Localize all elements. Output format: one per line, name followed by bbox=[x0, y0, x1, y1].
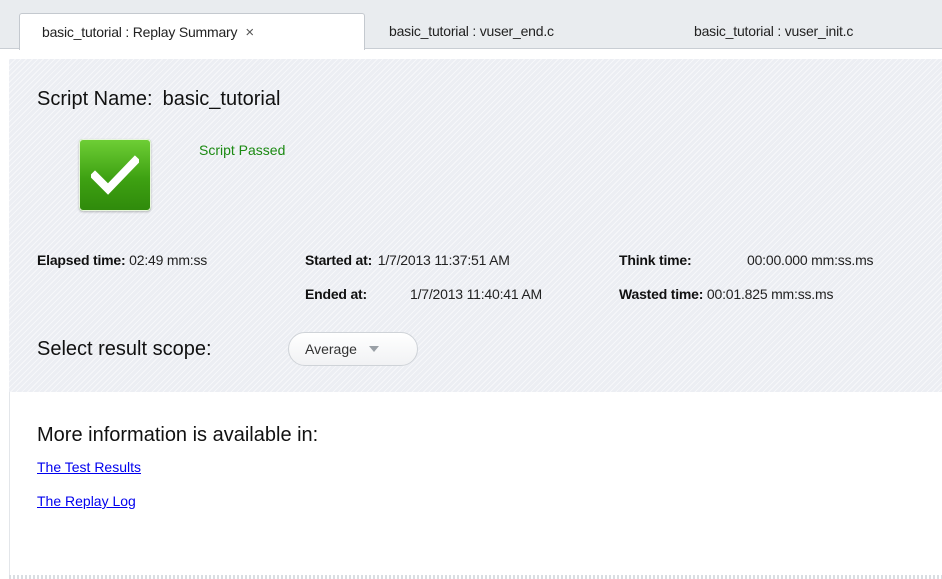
panel-border bbox=[9, 392, 10, 575]
test-results-link[interactable]: The Test Results bbox=[37, 459, 141, 475]
bottom-divider bbox=[9, 575, 942, 579]
think-time-value: 00:00.000 mm:ss.ms bbox=[747, 252, 874, 268]
chevron-down-icon bbox=[368, 346, 379, 352]
result-scope-label: Select result scope: bbox=[37, 338, 212, 360]
wasted-time-value: 00:01.825 mm:ss.ms bbox=[706, 286, 834, 302]
script-name-value: basic_tutorial bbox=[162, 88, 281, 110]
tab-replay-summary[interactable]: basic_tutorial : Replay Summary × bbox=[19, 13, 365, 50]
elapsed-time-value: 02:49 mm:ss bbox=[129, 252, 208, 268]
script-status: Script Passed bbox=[199, 142, 286, 158]
wasted-time: Wasted time: 00:01.825 mm:ss.ms bbox=[619, 286, 833, 302]
more-info-heading: More information is available in: bbox=[37, 424, 319, 446]
think-time: Think time: bbox=[619, 252, 692, 268]
tab-vuser-end[interactable]: basic_tutorial : vuser_end.c bbox=[389, 13, 554, 49]
tab-label: basic_tutorial : vuser_init.c bbox=[694, 23, 854, 39]
elapsed-time-label: Elapsed time: bbox=[37, 252, 126, 268]
tab-vuser-init[interactable]: basic_tutorial : vuser_init.c bbox=[694, 13, 853, 49]
result-scope-value: Average bbox=[305, 341, 357, 357]
started-at-label: Started at: bbox=[305, 252, 373, 268]
checkmark-icon bbox=[79, 139, 151, 211]
result-scope-dropdown[interactable]: Average bbox=[288, 332, 418, 366]
started-at: Started at: 1/7/2013 11:37:51 AM bbox=[305, 252, 510, 268]
script-name-heading: Script Name: basic_tutorial bbox=[37, 88, 280, 111]
replay-log-link[interactable]: The Replay Log bbox=[37, 493, 136, 509]
started-at-value: 1/7/2013 11:37:51 AM bbox=[377, 252, 510, 268]
script-name-label: Script Name: bbox=[37, 88, 153, 110]
elapsed-time: Elapsed time: 02:49 mm:ss bbox=[37, 252, 207, 268]
think-time-label: Think time: bbox=[619, 252, 692, 268]
ended-at: Ended at: bbox=[305, 286, 367, 302]
ended-at-label: Ended at: bbox=[305, 286, 367, 302]
tab-strip: basic_tutorial : Replay Summary × basic_… bbox=[0, 0, 942, 50]
ended-at-value: 1/7/2013 11:40:41 AM bbox=[410, 286, 542, 302]
tab-label: basic_tutorial : Replay Summary bbox=[42, 24, 238, 40]
close-icon[interactable]: × bbox=[245, 25, 254, 40]
wasted-time-label: Wasted time: bbox=[619, 286, 704, 302]
replay-summary-panel: Script Name: basic_tutorial Script Passed… bbox=[9, 59, 942, 392]
tab-label: basic_tutorial : vuser_end.c bbox=[389, 23, 554, 39]
